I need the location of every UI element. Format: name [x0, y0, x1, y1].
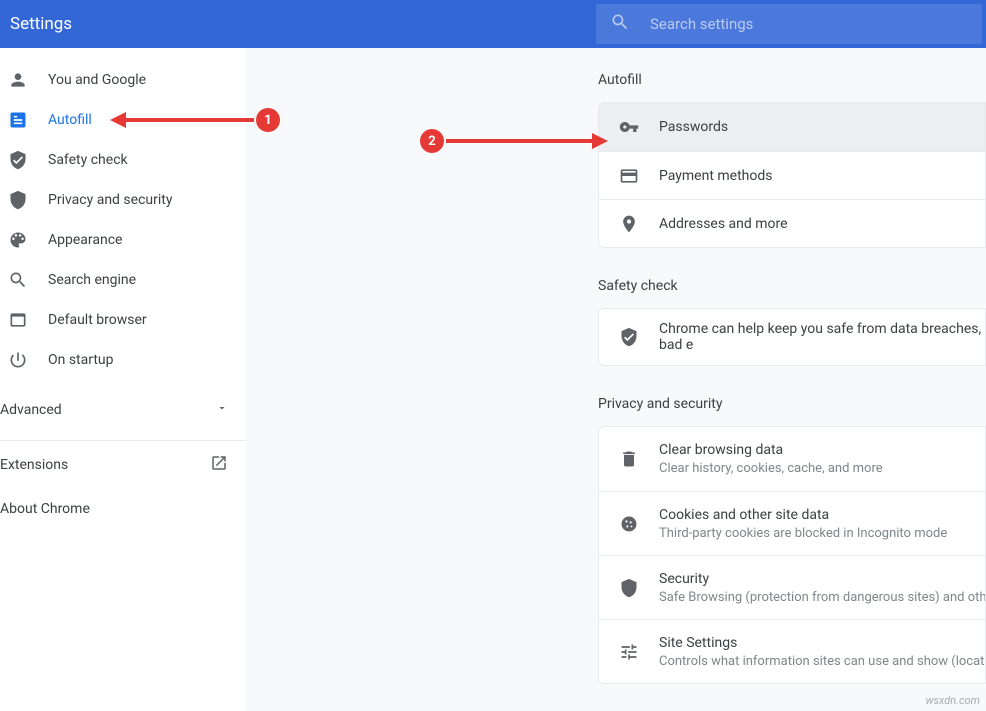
main-content: Autofill Passwords Payment methods Addre… [246, 48, 986, 711]
row-label: Payment methods [659, 168, 772, 184]
sidebar-item-label: Safety check [48, 152, 128, 168]
sidebar-item-search-engine[interactable]: Search engine [0, 260, 246, 300]
sidebar-item-label: Search engine [48, 272, 136, 288]
key-icon [619, 117, 639, 137]
card-icon [619, 166, 639, 186]
search-input[interactable] [650, 15, 968, 33]
palette-icon [8, 230, 28, 250]
sidebar: You and Google Autofill Safety check Pri… [0, 48, 246, 711]
autofill-row-passwords[interactable]: Passwords [599, 103, 985, 151]
row-title: Security [659, 569, 986, 589]
row-subtitle: Safe Browsing (protection from dangerous… [659, 589, 986, 607]
browser-icon [8, 310, 28, 330]
open-external-icon [210, 454, 228, 476]
sidebar-item-label: Appearance [48, 232, 122, 248]
trash-icon [619, 449, 639, 469]
row-title: Cookies and other site data [659, 505, 947, 525]
sidebar-item-advanced[interactable]: Advanced [0, 390, 246, 430]
row-title: Site Settings [659, 633, 986, 653]
privacy-row-cookies[interactable]: Cookies and other site data Third-party … [599, 491, 985, 555]
sidebar-item-default-browser[interactable]: Default browser [0, 300, 246, 340]
header: Settings [0, 0, 986, 48]
autofill-card: Passwords Payment methods Addresses and … [598, 102, 986, 248]
shield-check-icon [619, 327, 639, 347]
divider [0, 440, 246, 441]
sidebar-item-label: Default browser [48, 312, 147, 328]
privacy-row-clear-data[interactable]: Clear browsing data Clear history, cooki… [599, 427, 985, 491]
power-icon [8, 350, 28, 370]
advanced-label: Advanced [0, 402, 62, 418]
search-box[interactable] [596, 4, 982, 44]
sidebar-item-autofill[interactable]: Autofill [0, 100, 246, 140]
safety-card: Chrome can help keep you safe from data … [598, 308, 986, 366]
sidebar-item-label: Privacy and security [48, 192, 172, 208]
sidebar-item-label: You and Google [48, 72, 146, 88]
row-subtitle: Controls what information sites can use … [659, 653, 986, 671]
privacy-row-security[interactable]: Security Safe Browsing (protection from … [599, 555, 985, 619]
sidebar-item-on-startup[interactable]: On startup [0, 340, 246, 380]
safety-row[interactable]: Chrome can help keep you safe from data … [599, 309, 985, 365]
sidebar-item-extensions[interactable]: Extensions [0, 445, 246, 485]
row-subtitle: Third-party cookies are blocked in Incog… [659, 525, 947, 543]
section-heading-privacy: Privacy and security [598, 396, 986, 412]
privacy-row-site-settings[interactable]: Site Settings Controls what information … [599, 619, 985, 683]
extensions-label: Extensions [0, 457, 68, 473]
page-title: Settings [0, 14, 596, 34]
about-label: About Chrome [0, 501, 90, 517]
shield-icon [8, 190, 28, 210]
sidebar-item-label: On startup [48, 352, 114, 368]
row-label: Passwords [659, 119, 728, 135]
row-subtitle: Clear history, cookies, cache, and more [659, 460, 883, 478]
shield-icon [619, 578, 639, 598]
safety-icon [8, 150, 28, 170]
row-label: Addresses and more [659, 216, 788, 232]
cookie-icon [619, 514, 639, 534]
section-heading-autofill: Autofill [598, 72, 986, 88]
sidebar-item-appearance[interactable]: Appearance [0, 220, 246, 260]
tune-icon [619, 642, 639, 662]
watermark: wsxdn.com [926, 694, 980, 707]
autofill-icon [8, 110, 28, 130]
layout: You and Google Autofill Safety check Pri… [0, 48, 986, 711]
sidebar-item-about[interactable]: About Chrome [0, 489, 246, 529]
sidebar-item-safety-check[interactable]: Safety check [0, 140, 246, 180]
row-title: Clear browsing data [659, 440, 883, 460]
chevron-down-icon [216, 402, 228, 418]
sidebar-item-label: Autofill [48, 112, 92, 128]
search-icon [610, 12, 630, 36]
privacy-card: Clear browsing data Clear history, cooki… [598, 426, 986, 684]
sidebar-item-you-and-google[interactable]: You and Google [0, 60, 246, 100]
location-icon [619, 214, 639, 234]
person-icon [8, 70, 28, 90]
autofill-row-addresses[interactable]: Addresses and more [599, 199, 985, 247]
search-icon [8, 270, 28, 290]
section-heading-safety: Safety check [598, 278, 986, 294]
autofill-row-payment[interactable]: Payment methods [599, 151, 985, 199]
sidebar-item-privacy[interactable]: Privacy and security [0, 180, 246, 220]
safety-text: Chrome can help keep you safe from data … [659, 321, 985, 353]
